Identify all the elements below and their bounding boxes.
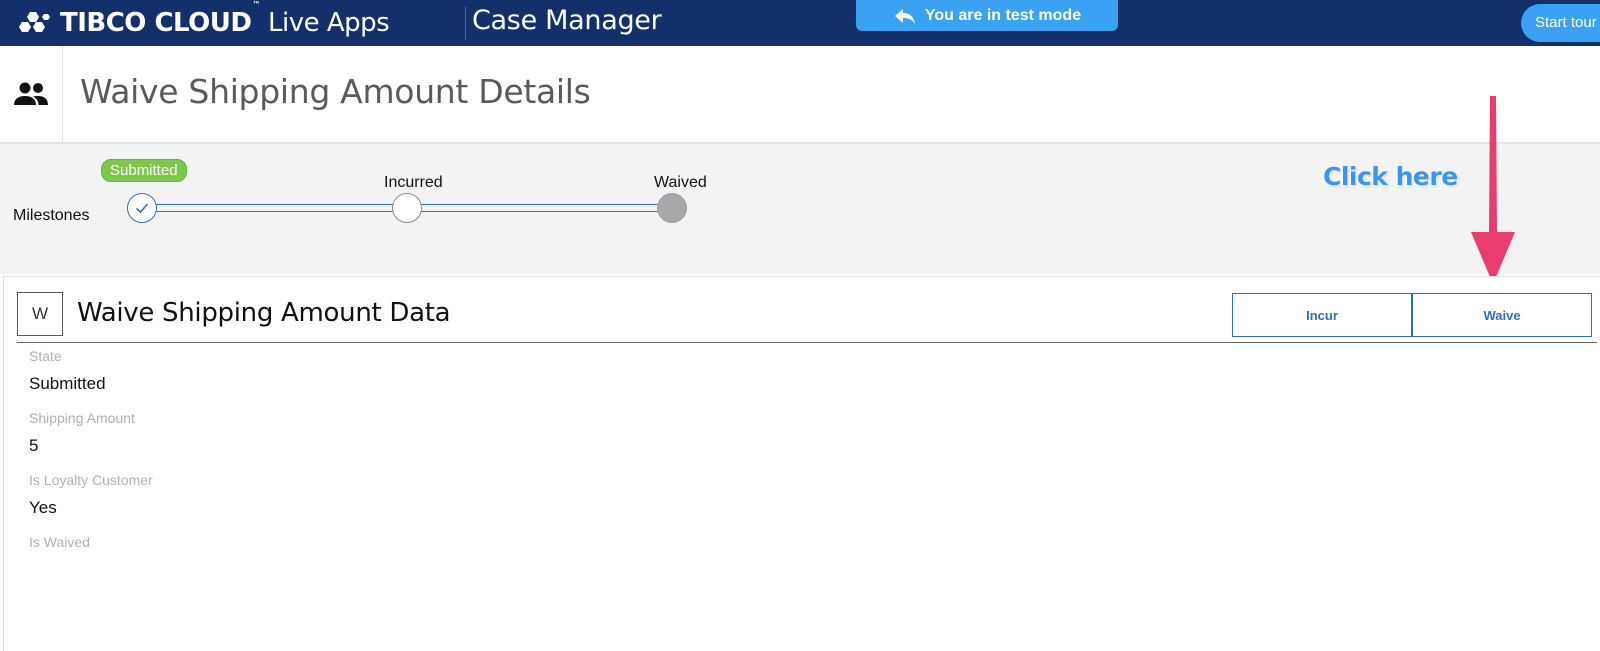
field-value-shipping-amount: 5 [29,436,39,455]
check-icon [135,203,149,214]
milestone-node-submitted [127,193,157,223]
field-label-is-waived: Is Waived [29,534,90,550]
milestone-label-waived: Waived [654,174,707,191]
section-title[interactable]: Case Manager [472,5,662,36]
reply-arrow-icon [894,8,915,24]
panel-title: Waive Shipping Amount Data [77,298,451,328]
field-label-loyalty: Is Loyalty Customer [29,472,153,488]
pointer-arrow-icon [1471,96,1515,284]
page-title: Waive Shipping Amount Details [80,72,591,111]
top-navigation-bar: TIBCO CLOUD™ Live Apps Case Manager You … [0,0,1600,46]
field-label-shipping-amount: Shipping Amount [29,410,135,426]
trademark-mark: ™ [252,0,260,9]
brand-logo-area[interactable]: TIBCO CLOUD™ Live Apps [18,0,390,40]
start-tour-button[interactable]: Start tour [1521,4,1600,42]
field-value-state: Submitted [29,374,106,393]
test-mode-text: You are in test mode [924,6,1082,24]
test-mode-banner[interactable]: You are in test mode [856,0,1118,31]
case-header: Waive Shipping Amount Details [0,46,1600,144]
waive-button[interactable]: Waive [1412,293,1592,337]
milestone-node-incurred [392,193,422,223]
tibco-logo-icon [18,10,58,36]
panel-letter-icon: W [17,292,63,336]
people-icon [14,82,48,105]
case-type-icon-box [0,46,63,142]
field-value-loyalty: Yes [29,498,57,517]
header-divider [465,6,466,40]
milestone-node-waived [657,193,687,223]
field-label-state: State [29,348,62,364]
case-data-panel: W Waive Shipping Amount Data Incur Waive… [3,276,1600,651]
current-milestone-badge: Submitted [101,159,187,182]
app-name: Live Apps [267,8,390,38]
brand-name: TIBCO CLOUD™ [60,0,260,38]
incur-button[interactable]: Incur [1232,293,1412,337]
panel-divider [17,342,1597,343]
milestone-label-incurred: Incurred [384,174,443,191]
click-here-annotation: Click here [1323,162,1458,191]
milestones-bar: Milestones Submitted Incurred Waived Cli… [0,144,1600,274]
milestones-label: Milestones [13,207,90,224]
